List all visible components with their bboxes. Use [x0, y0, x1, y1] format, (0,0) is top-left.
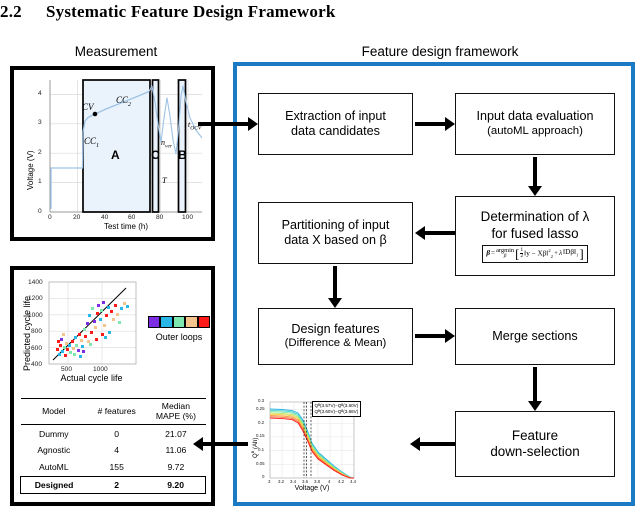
qv-xtick-32: 3.2 — [278, 479, 285, 484]
voltage-x-axis-label: Test time (h) — [103, 222, 148, 231]
scatter-xtick-1000: 1000 — [93, 366, 108, 373]
legend-swatch-3 — [172, 316, 186, 328]
model-comparison-table: Model # features Median MAPE (%) Dummy 0… — [20, 397, 207, 495]
flow-box-merge-sections[interactable]: Merge sections — [455, 308, 615, 365]
cell-mape: 9.72 — [167, 462, 185, 473]
label-cc2: CC2 — [116, 95, 132, 108]
qv-ytick-03: 0.3 — [258, 398, 265, 403]
flow-box-input-data-evaluation[interactable]: Input data evaluation (autoML approach) — [455, 93, 615, 155]
capacity-voltage-chart: 0 0.05 0.1 0.15 0.2 0.25 0.3 3 3.2 3.4 3… — [248, 396, 361, 496]
scatter-ytick-400: 400 — [31, 361, 43, 368]
outer-loops-legend-label: Outer loops — [155, 332, 203, 342]
voltage-xtick-4: 80 — [156, 214, 164, 221]
qv-y-axis-label: QB (Ah) — [250, 437, 259, 458]
qv-x-axis-label: Voltage (V) — [294, 485, 330, 492]
outer-loops-legend-swatches — [148, 316, 211, 328]
qv-ytick-0: 0 — [262, 474, 265, 479]
flow-box-feature-down-selection[interactable]: Feature down-selection — [455, 411, 615, 477]
scatter-ytick-800: 800 — [31, 328, 43, 335]
label-cc1: CC1 — [84, 136, 100, 149]
qv-xtick-44: 4.4 — [350, 479, 357, 484]
qv-xtick-34: 3.4 — [290, 479, 297, 484]
section-title: Systematic Feature Design Framework — [46, 2, 336, 21]
table-row: Agnostic 4 11.06 — [21, 442, 206, 459]
qv-xtick-38: 3.8 — [314, 479, 321, 484]
voltage-ytick-4: 4 — [38, 90, 42, 97]
scatter-xtick-500: 500 — [61, 366, 73, 373]
header-features: # features — [87, 397, 147, 426]
voltage-xtick-0: 0 — [48, 214, 52, 221]
cell-model: Agnostic — [37, 445, 71, 456]
voltage-xtick-2: 40 — [101, 214, 109, 221]
scatter-ytick-600: 600 — [31, 345, 43, 352]
qv-ytick-005: 0.05 — [256, 461, 265, 466]
flow-box-lambda-determination[interactable]: Determination of λ for fused lasso β = a… — [455, 196, 615, 276]
flow-box-partitioning[interactable]: Partitioning of input data X based on β — [258, 202, 413, 264]
caption-measurement: Measurement — [74, 44, 158, 59]
cycle-life-scatter-chart: 400 600 800 1000 1200 1400 500 1000 Pred… — [16, 276, 141, 386]
cell-model: AutoML — [38, 462, 69, 473]
legend-swatch-4 — [185, 316, 198, 328]
scatter-y-axis-label: Predicted cycle life — [22, 295, 32, 371]
flow-box-design-features[interactable]: Design features (Difference & Mean) — [258, 308, 413, 365]
cell-features: 4 — [114, 445, 120, 456]
qv-ytick-025: 0.25 — [256, 406, 265, 411]
table-row: Dummy 0 21.07 — [21, 425, 206, 442]
label-n-ver: nver — [161, 138, 173, 150]
cell-features: 155 — [109, 462, 124, 473]
cell-model: Dummy — [38, 428, 69, 439]
label-cv: CV — [82, 102, 94, 112]
label-region-b: B — [178, 148, 187, 162]
table-row-highlighted: Designed 2 9.20 — [20, 475, 207, 495]
scatter-x-axis-label: Actual cycle life — [60, 373, 123, 383]
qv-feature-annotation: Qᴮ(3.57V)−Qᴮ(3.60V) Qᴮ(3.60V)−Qᴮ(3.66V) — [312, 401, 361, 418]
label-temperature: T — [162, 175, 167, 185]
voltage-ytick-1: 1 — [38, 178, 42, 185]
cell-mape: 9.20 — [146, 475, 207, 495]
table-header-row: Model # features Median MAPE (%) — [20, 397, 206, 426]
voltage-ytick-2: 2 — [38, 149, 42, 156]
header-model: Model — [20, 397, 88, 426]
header-mape: Median MAPE (%) — [146, 397, 206, 426]
qv-xtick-36: 3.6 — [302, 479, 309, 484]
scatter-ytick-1400: 1400 — [28, 279, 43, 286]
qv-ytick-02: 0.2 — [258, 420, 265, 425]
voltage-y-axis-label: Voltage (V) — [26, 150, 35, 190]
label-region-c: C — [151, 148, 160, 162]
fused-lasso-formula: β = argmin β [ 1 2 ‖y − Xβ‖22 + λ ‖Dβ‖1 … — [482, 245, 588, 263]
legend-swatch-1 — [148, 316, 161, 328]
label-region-a: A — [111, 148, 120, 162]
cell-features: 2 — [87, 475, 147, 495]
cell-model: Designed — [20, 475, 88, 495]
page-title: 2.2 Systematic Feature Design Framework — [0, 2, 640, 22]
voltage-xtick-5: 100 — [182, 214, 194, 221]
voltage-ytick-3: 3 — [38, 119, 42, 126]
flow-box-extraction[interactable]: Extraction of input data candidates — [258, 93, 413, 155]
section-number: 2.2 — [0, 2, 22, 21]
legend-swatch-5 — [197, 316, 211, 328]
cell-features: 0 — [114, 428, 120, 439]
qv-xtick-42: 4.2 — [338, 479, 345, 484]
table-row: AutoML 155 9.72 — [21, 459, 206, 476]
qv-xtick-4: 4 — [328, 479, 331, 484]
voltage-ytick-0: 0 — [38, 208, 42, 215]
voltage-xtick-3: 60 — [128, 214, 136, 221]
caption-framework: Feature design framework — [361, 44, 519, 59]
voltage-xtick-1: 20 — [73, 214, 81, 221]
voltage-protocol-chart: 0 1 2 3 4 0 20 40 60 80 100 Voltage (V) … — [16, 72, 210, 236]
legend-swatch-2 — [160, 316, 173, 328]
qv-xtick-3: 3 — [268, 479, 271, 484]
